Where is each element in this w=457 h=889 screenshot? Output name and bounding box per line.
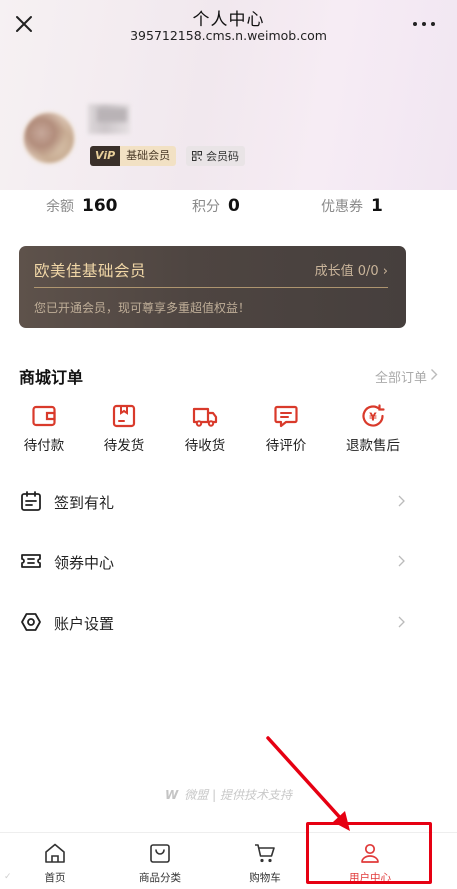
stat-value: 160 — [82, 196, 118, 216]
menu-row-label: 领券中心 — [54, 554, 115, 572]
order-pending-receipt[interactable]: 待收货 — [170, 402, 240, 454]
avatar[interactable] — [22, 111, 76, 165]
page-title: 个人中心 — [192, 10, 265, 30]
truck-icon — [192, 407, 218, 427]
comment-icon — [274, 405, 298, 428]
calendar-icon — [21, 491, 41, 511]
footer-separator: | — [212, 788, 220, 802]
stat-label: 优惠券 — [321, 199, 363, 215]
chevron-right-icon — [398, 555, 405, 567]
order-refund-aftersale[interactable]: ¥ 退款售后 — [338, 402, 408, 454]
svg-text:¥: ¥ — [369, 411, 377, 424]
brand-tagline: 提供技术支持 — [219, 788, 292, 802]
member-level-label: 基础会员 — [120, 146, 177, 166]
title-bar: 个人中心 395712158.cms.n.weimob.com — [0, 0, 457, 52]
coupon-icon — [21, 554, 41, 568]
tech-support-footer: W 微盟 | 提供技术支持 — [0, 786, 457, 803]
tab-cart[interactable]: 购物车 — [220, 841, 310, 885]
settings-icon — [21, 613, 41, 631]
member-code-button[interactable]: 会员码 — [186, 146, 245, 166]
menu-row-label: 账户设置 — [54, 615, 115, 633]
menu-row-coupon-center[interactable]: 领券中心 — [0, 541, 457, 581]
member-card-description: 您已开通会员，现可尊享多重超值权益！ — [34, 301, 251, 315]
tab-home[interactable]: 首页 — [10, 841, 100, 885]
tab-label: 购物车 — [249, 872, 281, 884]
qr-code-icon — [192, 151, 202, 161]
weimob-logo: W — [165, 788, 179, 802]
member-card-name: 欧美佳基础会员 — [34, 262, 147, 280]
stat-value: 1 — [371, 196, 383, 216]
home-icon — [45, 843, 65, 863]
tab-category[interactable]: 商品分类 — [115, 841, 205, 885]
menu-row-account-settings[interactable]: 账户设置 — [0, 602, 457, 642]
stat-label: 余额 — [46, 199, 74, 215]
highlight-box-annotation — [306, 822, 432, 884]
order-pending-shipment[interactable]: 待发货 — [89, 402, 159, 454]
vip-tag: ViP — [90, 146, 121, 166]
order-pending-payment[interactable]: 待付款 — [9, 402, 79, 454]
member-code-label: 会员码 — [206, 150, 239, 163]
order-item-label: 待发货 — [103, 438, 145, 454]
orders-section-title: 商城订单 — [19, 368, 84, 387]
chevron-right-icon — [398, 495, 405, 507]
watermark: ✓ — [4, 872, 12, 882]
tab-label: 商品分类 — [139, 872, 181, 884]
account-stats: 余额 160 积分 0 优惠券 1 — [0, 196, 457, 222]
growth-value-link[interactable]: 成长值 0/0 › — [315, 260, 388, 279]
nickname-blurred-detail — [97, 108, 127, 122]
order-item-label: 待付款 — [23, 438, 65, 454]
chevron-right-icon — [398, 616, 405, 628]
all-orders-link[interactable]: 全部订单 — [375, 367, 427, 386]
member-level-badge[interactable]: ViP 基础会员 — [90, 146, 177, 166]
stat-value: 0 — [228, 196, 240, 216]
refund-icon: ¥ — [362, 404, 385, 427]
chevron-right-icon[interactable] — [430, 368, 438, 381]
tab-label: 首页 — [44, 872, 66, 884]
package-icon — [112, 404, 136, 428]
order-pending-review[interactable]: 待评价 — [251, 402, 321, 454]
member-card-divider — [34, 287, 388, 288]
brand-name: 微盟 — [184, 788, 209, 802]
wallet-icon — [32, 405, 56, 427]
stat-balance[interactable]: 余额 160 — [46, 196, 118, 216]
more-menu-icon[interactable] — [413, 22, 435, 28]
order-item-label: 退款售后 — [346, 438, 400, 454]
order-item-label: 待评价 — [265, 438, 307, 454]
stat-points[interactable]: 积分 0 — [192, 196, 240, 216]
cart-icon — [255, 844, 275, 863]
stat-coupons[interactable]: 优惠券 1 — [321, 196, 383, 216]
category-icon — [150, 844, 170, 863]
menu-row-label: 签到有礼 — [54, 494, 115, 512]
order-item-label: 待收货 — [184, 438, 226, 454]
page-url: 395712158.cms.n.weimob.com — [130, 28, 327, 43]
stat-label: 积分 — [192, 199, 220, 215]
member-card[interactable]: 欧美佳基础会员 成长值 0/0 › 您已开通会员，现可尊享多重超值权益！ — [19, 246, 406, 328]
menu-row-checkin[interactable]: 签到有礼 — [0, 481, 457, 521]
